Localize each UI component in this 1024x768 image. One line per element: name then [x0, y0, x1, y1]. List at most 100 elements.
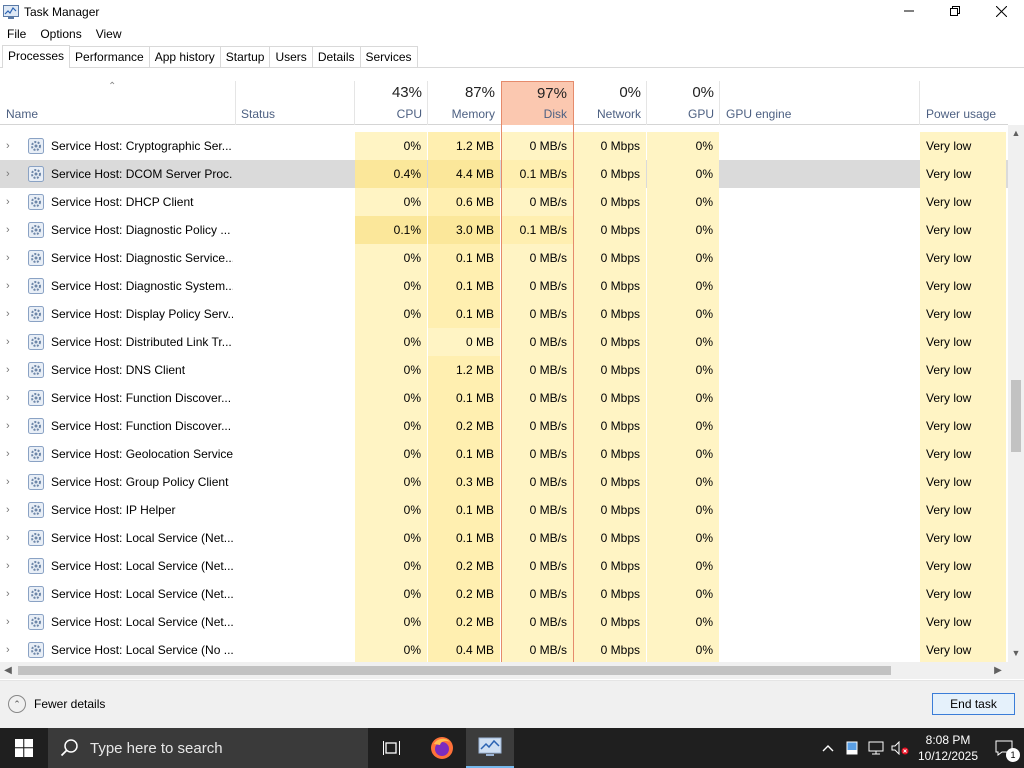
tray-network[interactable] — [864, 728, 888, 768]
scroll-up-arrow-icon[interactable]: ▲ — [1008, 125, 1024, 142]
memory-cell: 1.2 MB — [428, 132, 500, 160]
scroll-down-arrow-icon[interactable]: ▼ — [1008, 645, 1024, 662]
tab-users[interactable]: Users — [269, 46, 313, 67]
column-header-network[interactable]: 0% Network — [574, 81, 647, 125]
power-usage-cell: Very low — [920, 412, 1006, 440]
expand-chevron-icon[interactable]: › — [6, 216, 10, 244]
column-header-name-label: Name — [6, 107, 39, 121]
table-row[interactable]: › Service Host: Cryptographic Ser... 0% 1.2… — [0, 132, 1008, 160]
menu-file[interactable]: File — [0, 27, 33, 41]
expand-chevron-icon[interactable]: › — [6, 328, 10, 356]
expand-chevron-icon[interactable]: › — [6, 524, 10, 552]
end-task-button[interactable]: End task — [932, 693, 1015, 715]
tab-app-history[interactable]: App history — [148, 46, 221, 67]
expand-chevron-icon[interactable]: › — [6, 160, 10, 188]
table-row[interactable]: › Service Host: IP Helper 0% 0.1 MB 0 MB/s 0 … — [0, 496, 1008, 524]
expand-chevron-icon[interactable]: › — [6, 188, 10, 216]
tray-storage[interactable] — [840, 728, 864, 768]
power-usage-cell: Very low — [920, 188, 1006, 216]
close-button[interactable] — [978, 0, 1024, 22]
expand-chevron-icon[interactable]: › — [6, 356, 10, 384]
tab-startup[interactable]: Startup — [219, 46, 271, 67]
table-row[interactable]: › Service Host: Geolocation Service 0% 0.1 … — [0, 440, 1008, 468]
table-row[interactable]: › Service Host: Diagnostic Service... 0% 0.… — [0, 244, 1008, 272]
column-header-memory[interactable]: 87% Memory — [428, 81, 501, 125]
gpu-cell: 0% — [647, 328, 719, 356]
horizontal-scroll-thumb[interactable] — [18, 666, 891, 675]
table-row[interactable]: › Service Host: DCOM Server Proc... 0.4% 4.… — [0, 160, 1008, 188]
table-row[interactable]: › Service Host: Local Service (Net... 0% 0.… — [0, 524, 1008, 552]
task-manager-icon — [478, 737, 502, 756]
column-header-disk[interactable]: 97% Disk — [501, 81, 574, 125]
table-row[interactable]: › Service Host: Function Discover... 0% 0.2… — [0, 412, 1008, 440]
cpu-cell: 0% — [355, 636, 427, 662]
tab-services[interactable]: Services — [359, 46, 418, 67]
table-row[interactable]: › Service Host: Distributed Link Tr... 0% 0… — [0, 328, 1008, 356]
table-row[interactable]: › Service Host: Display Policy Serv... 0% 0… — [0, 300, 1008, 328]
table-row[interactable]: › Service Host: Function Discover... 0% 0.1… — [0, 384, 1008, 412]
expand-chevron-icon[interactable]: › — [6, 496, 10, 524]
tab-processes[interactable]: Processes — [2, 45, 71, 68]
table-row[interactable]: › Service Host: Local Service (Net... 0% 0.… — [0, 580, 1008, 608]
gpu-cell: 0% — [647, 496, 719, 524]
memory-cell: 0.1 MB — [428, 244, 500, 272]
horizontal-scrollbar[interactable]: ◀ ▶ — [0, 662, 1008, 679]
table-row[interactable]: › Service Host: DNS Client 0% 1.2 MB 0 MB/s 0… — [0, 356, 1008, 384]
tab-performance[interactable]: Performance — [69, 46, 150, 67]
expand-chevron-icon[interactable]: › — [6, 300, 10, 328]
taskbar-task-manager[interactable] — [466, 728, 514, 768]
process-name: Service Host: Local Service (No ... — [51, 643, 233, 657]
gpu-cell: 0% — [647, 412, 719, 440]
disk-column-border-left — [501, 125, 502, 662]
taskbar-clock[interactable]: 8:08 PM 10/12/2025 — [912, 732, 984, 764]
table-row[interactable]: › Service Host: Local Service (Net... 0% 0.… — [0, 552, 1008, 580]
show-hidden-icons-button[interactable] — [816, 728, 840, 768]
scroll-left-arrow-icon[interactable]: ◀ — [0, 662, 16, 679]
table-row[interactable]: › Service Host: Local Service (No ... 0% 0.… — [0, 636, 1008, 662]
table-row[interactable]: › Service Host: Diagnostic Policy ... 0.1%… — [0, 216, 1008, 244]
taskbar-search-box[interactable]: Type here to search — [48, 728, 368, 768]
expand-chevron-icon[interactable]: › — [6, 440, 10, 468]
minimize-button[interactable] — [886, 0, 932, 22]
expand-chevron-icon[interactable]: › — [6, 272, 10, 300]
menu-options[interactable]: Options — [33, 27, 88, 41]
expand-chevron-icon[interactable]: › — [6, 552, 10, 580]
network-cell: 0 Mbps — [574, 468, 646, 496]
column-header-cpu[interactable]: 43% CPU — [355, 81, 428, 125]
expand-chevron-icon[interactable]: › — [6, 580, 10, 608]
expand-chevron-icon[interactable]: › — [6, 132, 10, 160]
column-header-status[interactable]: Status — [235, 81, 355, 125]
expand-chevron-icon[interactable]: › — [6, 468, 10, 496]
service-gear-icon — [28, 138, 44, 154]
vertical-scrollbar[interactable]: ▲ ▼ — [1008, 125, 1024, 662]
table-row[interactable]: › Service Host: Diagnostic System... 0% 0.1… — [0, 272, 1008, 300]
table-row[interactable]: › Service Host: Local Service (Net... 0% 0.… — [0, 608, 1008, 636]
process-name: Service Host: Display Policy Serv... — [51, 307, 233, 321]
menu-view[interactable]: View — [89, 27, 129, 41]
tray-volume[interactable] — [888, 728, 912, 768]
network-total-percent: 0% — [619, 84, 641, 101]
column-header-gpu-engine[interactable]: GPU engine — [720, 81, 920, 125]
table-row[interactable]: › Service Host: DHCP Client 0% 0.6 MB 0 MB/s… — [0, 188, 1008, 216]
fewer-details-toggle[interactable]: ⌃ Fewer details — [8, 695, 105, 713]
expand-chevron-icon[interactable]: › — [6, 244, 10, 272]
table-row[interactable]: › Service Host: Group Policy Client 0% 0.3 … — [0, 468, 1008, 496]
expand-chevron-icon[interactable]: › — [6, 412, 10, 440]
scroll-right-arrow-icon[interactable]: ▶ — [990, 662, 1006, 679]
column-header-gpu[interactable]: 0% GPU — [647, 81, 720, 125]
action-center-button[interactable]: 1 — [984, 728, 1024, 768]
process-name: Service Host: Local Service (Net... — [51, 531, 233, 545]
restore-button[interactable] — [932, 0, 978, 22]
process-name: Service Host: IP Helper — [51, 503, 176, 517]
taskbar-firefox[interactable] — [418, 728, 466, 768]
column-header-power-usage[interactable]: Power usage — [920, 81, 1008, 125]
tab-details[interactable]: Details — [311, 46, 361, 67]
memory-cell: 0.2 MB — [428, 552, 500, 580]
column-header-name[interactable]: ⌃ Name — [0, 81, 235, 125]
expand-chevron-icon[interactable]: › — [6, 384, 10, 412]
expand-chevron-icon[interactable]: › — [6, 608, 10, 636]
expand-chevron-icon[interactable]: › — [6, 636, 10, 662]
vertical-scroll-thumb[interactable] — [1011, 380, 1021, 452]
start-button[interactable] — [0, 728, 48, 768]
task-view-button[interactable] — [368, 728, 416, 768]
